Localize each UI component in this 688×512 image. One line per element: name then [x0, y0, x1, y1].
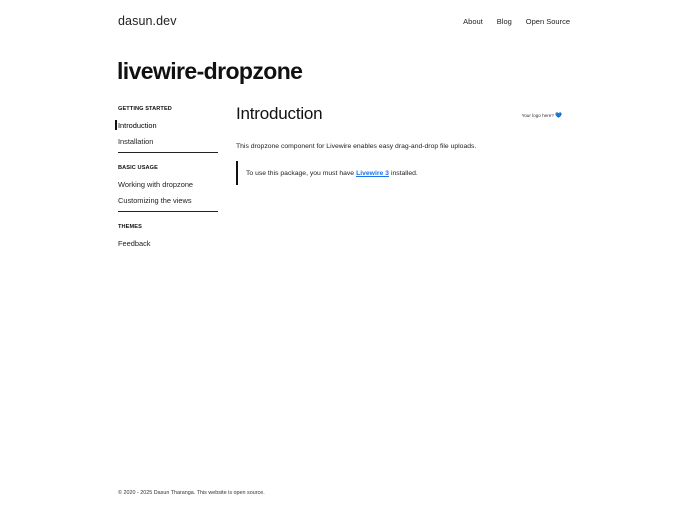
section-heading: BASIC USAGE [118, 165, 158, 171]
section-heading: GETTING STARTED [118, 106, 172, 112]
heart-icon: 💙 [555, 113, 562, 119]
top-nav: About Blog Open Source [463, 17, 570, 26]
site-logo[interactable]: dasun.dev [118, 14, 177, 28]
sidebar-item-working-with-dropzone[interactable]: Working with dropzone [118, 180, 218, 196]
intro-paragraph: This dropzone component for Livewire ena… [236, 143, 477, 150]
main-content: Introduction Your logo here? 💙 This drop… [236, 104, 570, 185]
sidebar-item-introduction[interactable]: Introduction [115, 120, 218, 137]
divider [118, 152, 218, 153]
sidebar-item-installation[interactable]: Installation [118, 137, 218, 153]
requirement-callout: To use this package, you must have Livew… [236, 161, 418, 185]
divider [118, 211, 218, 212]
section-themes: THEMES Feedback [118, 224, 218, 255]
callout-text-after: installed. [390, 169, 418, 177]
sidebar-item-feedback[interactable]: Feedback [118, 239, 218, 255]
section-heading: THEMES [118, 224, 142, 230]
sponsor-ad[interactable]: Your logo here? 💙 [522, 113, 562, 119]
nav-open-source[interactable]: Open Source [526, 17, 570, 26]
ad-label: Your logo here? [521, 113, 554, 118]
docs-sidebar: GETTING STARTED Introduction Installatio… [115, 106, 218, 255]
callout-text-before: To use this package, you must have [246, 169, 355, 177]
livewire-link[interactable]: Livewire 3 [356, 170, 389, 177]
nav-blog[interactable]: Blog [497, 17, 512, 26]
nav-about[interactable]: About [463, 17, 483, 26]
page-title: Introduction [236, 104, 323, 123]
section-basic-usage: BASIC USAGE Working with dropzone Custom… [118, 165, 218, 211]
project-title: livewire-dropzone [117, 58, 303, 84]
sidebar-item-customizing-views[interactable]: Customizing the views [118, 196, 218, 212]
footer: © 2020 - 2025 Dasun Tharanga. This websi… [118, 490, 265, 496]
section-getting-started: GETTING STARTED Introduction Installatio… [115, 106, 218, 153]
